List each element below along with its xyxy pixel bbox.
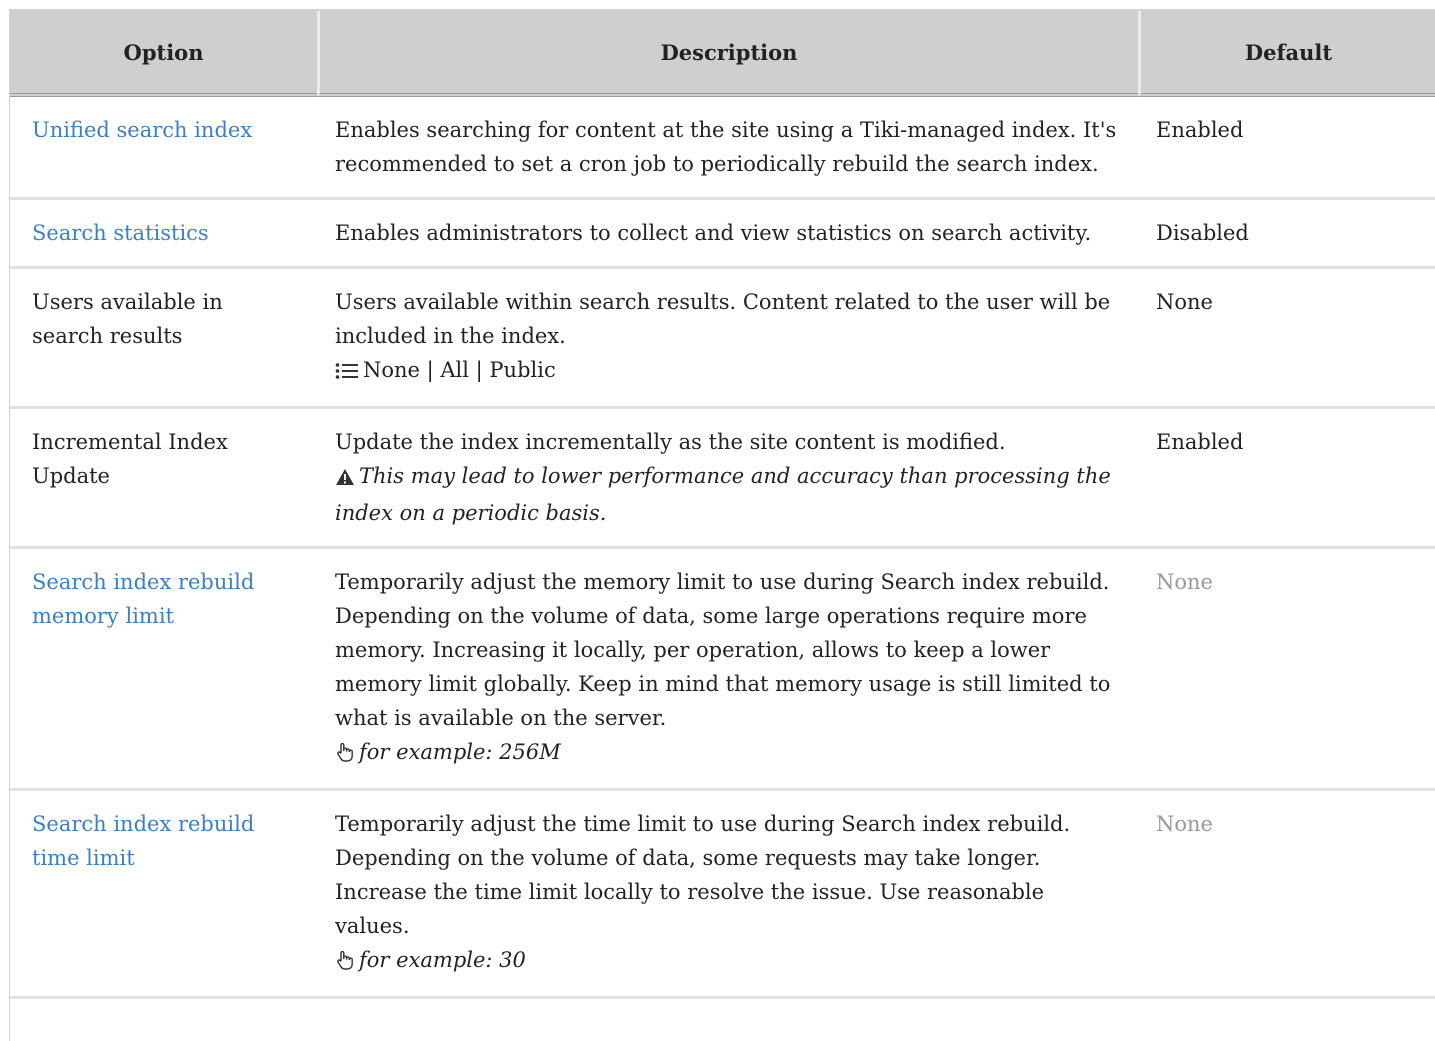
description-cell: Update the index incrementally as the si… <box>317 409 1138 549</box>
table-row: Unified search index Enables searching f… <box>10 97 1435 200</box>
preferences-table-container: Option Description Default Unified searc… <box>9 9 1435 1041</box>
default-value: Enabled <box>1156 118 1244 142</box>
table-row: Incremental Index Update Update the inde… <box>10 409 1435 549</box>
description-text: Update the index incrementally as the si… <box>335 430 1006 454</box>
options-list: None | All | Public <box>363 358 556 382</box>
default-value: None <box>1156 290 1213 314</box>
table-row: Search statistics Enables administrators… <box>10 200 1435 269</box>
table-row: Users available in search results Users … <box>10 269 1435 409</box>
header-default[interactable]: Default <box>1138 11 1435 97</box>
option-cell: Search index rebuild memory limit <box>10 549 317 791</box>
default-cell: Enabled <box>1138 409 1435 549</box>
example-text: for example: 256M <box>359 740 561 764</box>
description-cell: Temporarily adjust the memory limit to u… <box>317 549 1138 791</box>
default-cell: None <box>1138 269 1435 409</box>
option-label-incremental-index-update: Incremental Index Update <box>32 430 228 488</box>
option-link-search-statistics[interactable]: Search statistics <box>32 221 209 245</box>
option-link-memory-limit[interactable]: Search index rebuild memory limit <box>32 570 254 628</box>
option-link-unified-search-index[interactable]: Unified search index <box>32 118 252 142</box>
default-value: Enabled <box>1156 430 1244 454</box>
option-link-time-limit[interactable]: Search index rebuild time limit <box>32 812 254 870</box>
warning-text: This may lead to lower performance and a… <box>335 464 1111 525</box>
description-text: Temporarily adjust the time limit to use… <box>335 812 1071 938</box>
description-text: Enables administrators to collect and vi… <box>335 221 1092 245</box>
option-cell: Unified search index <box>10 97 317 200</box>
default-cell: None <box>1138 791 1435 999</box>
option-cell: Search statistics <box>10 200 317 269</box>
default-cell: Disabled <box>1138 200 1435 269</box>
option-cell: Search index rebuild time limit <box>10 791 317 999</box>
preferences-table: Option Description Default Unified searc… <box>10 11 1435 999</box>
header-option[interactable]: Option <box>10 11 317 97</box>
hand-pointer-icon <box>335 738 355 772</box>
list-icon <box>335 356 359 390</box>
description-cell: Enables administrators to collect and vi… <box>317 200 1138 269</box>
table-row: Search index rebuild time limit Temporar… <box>10 791 1435 999</box>
description-text: Users available within search results. C… <box>335 290 1111 348</box>
table-row: Search index rebuild memory limit Tempor… <box>10 549 1435 791</box>
default-cell: Enabled <box>1138 97 1435 200</box>
table-header-row: Option Description Default <box>10 11 1435 97</box>
description-text: Enables searching for content at the sit… <box>335 118 1117 176</box>
default-cell: None <box>1138 549 1435 791</box>
option-cell: Users available in search results <box>10 269 317 409</box>
example-text: for example: 30 <box>359 948 526 972</box>
description-cell: Enables searching for content at the sit… <box>317 97 1138 200</box>
option-label-users-available: Users available in search results <box>32 290 223 348</box>
description-cell: Temporarily adjust the time limit to use… <box>317 791 1138 999</box>
warning-icon <box>335 462 355 496</box>
description-cell: Users available within search results. C… <box>317 269 1138 409</box>
header-description[interactable]: Description <box>317 11 1138 97</box>
default-value: None <box>1156 812 1213 836</box>
option-cell: Incremental Index Update <box>10 409 317 549</box>
default-value: Disabled <box>1156 221 1249 245</box>
hand-pointer-icon <box>335 946 355 980</box>
default-value: None <box>1156 570 1213 594</box>
description-text: Temporarily adjust the memory limit to u… <box>335 570 1111 730</box>
